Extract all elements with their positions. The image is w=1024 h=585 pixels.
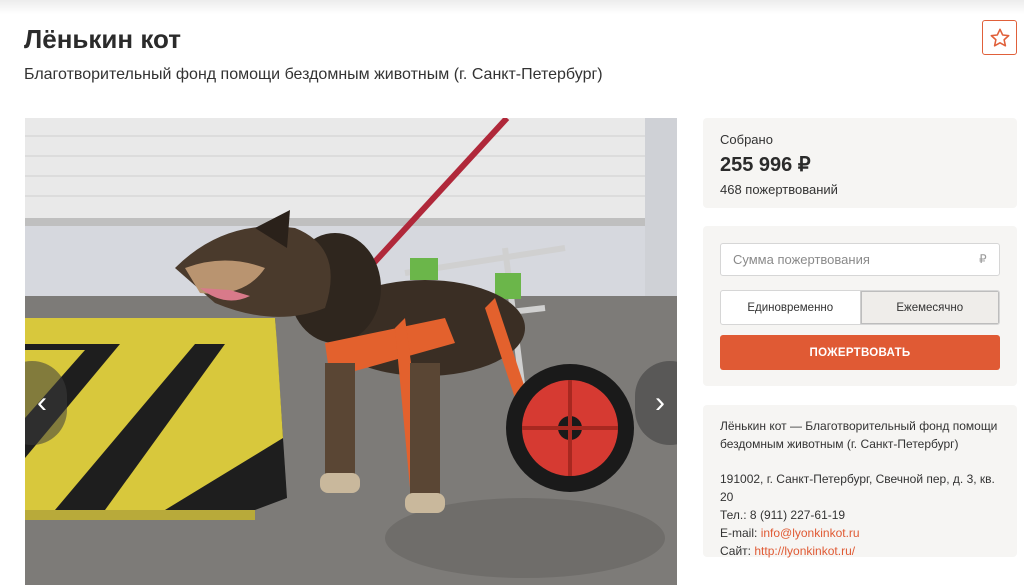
org-info-panel: Лёнькин кот — Благотворительный фонд пом… — [703, 405, 1017, 560]
site-label: Сайт: — [720, 544, 752, 558]
frequency-once-option[interactable]: Единовременно — [721, 291, 860, 324]
donate-button[interactable]: ПОЖЕРТВОВАТЬ — [720, 335, 1000, 370]
collected-panel: Собрано 255 996 ₽ 468 пожертвований — [703, 118, 1017, 208]
donation-amount-input[interactable] — [720, 243, 1000, 276]
photo-gallery[interactable]: ‹ › — [25, 118, 677, 585]
donations-count: 468 пожертвований — [720, 182, 838, 197]
email-label: E-mail: — [720, 526, 758, 540]
site-link[interactable]: http://lyonkinkot.ru/ — [754, 544, 855, 558]
email-link[interactable]: info@lyonkinkot.ru — [761, 526, 860, 540]
top-shadow — [0, 0, 1024, 14]
org-description: Лёнькин кот — Благотворительный фонд пом… — [720, 419, 998, 451]
currency-symbol: ₽ — [979, 252, 987, 266]
org-site-row: Сайт: http://lyonkinkot.ru/ — [720, 542, 1000, 560]
dog-in-wheelchair-photo — [25, 118, 677, 585]
page-subtitle: Благотворительный фонд помощи бездомным … — [24, 66, 603, 83]
favorite-button[interactable] — [982, 20, 1017, 55]
org-address: 191002, г. Санкт-Петербург, Свечной пер,… — [720, 472, 995, 504]
frequency-toggle: Единовременно Ежемесячно — [720, 290, 1000, 325]
org-phone: Тел.: 8 (911) 227-61-19 — [720, 508, 846, 522]
page-title: Лёнькин кот — [24, 24, 181, 54]
star-icon — [990, 28, 1009, 47]
collected-amount: 255 996 ₽ — [720, 154, 811, 176]
donate-form: ₽ Единовременно Ежемесячно ПОЖЕРТВОВАТЬ — [703, 226, 1017, 386]
collected-label: Собрано — [720, 132, 773, 147]
frequency-monthly-option[interactable]: Ежемесячно — [859, 291, 999, 324]
org-email-row: E-mail: info@lyonkinkot.ru — [720, 524, 1000, 542]
